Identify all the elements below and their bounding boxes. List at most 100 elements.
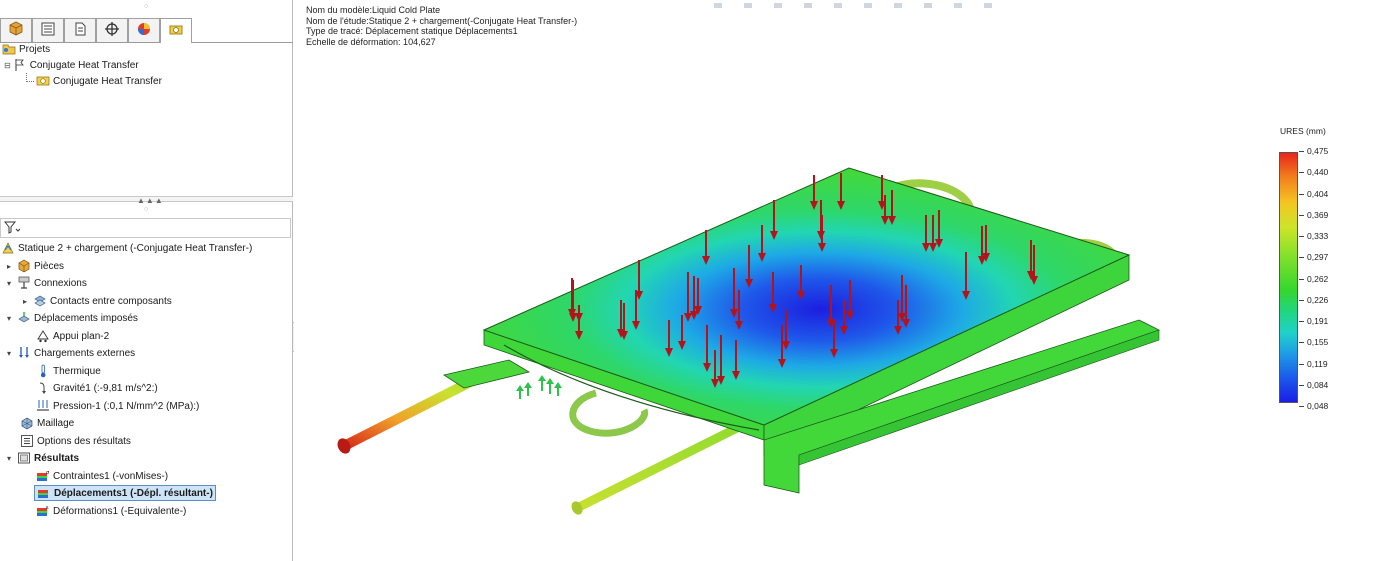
results-folder-icon (17, 451, 31, 465)
fixtures-icon (17, 311, 31, 325)
legend-tick (1299, 321, 1304, 322)
legend-color-bar (1279, 152, 1298, 403)
legend-tick (1299, 406, 1304, 407)
splitter-grip[interactable]: ▲▲▲ (137, 196, 164, 205)
flag-icon (13, 58, 27, 72)
feature-manager-panel: ○ Projets ⊟ Conjugate Heat Transfer Conj… (0, 0, 293, 561)
legend-tick (1299, 214, 1304, 216)
tree-item-connexions-label: Connexions (34, 277, 87, 289)
tree-projets[interactable]: Projets (2, 41, 50, 57)
static-study-icon (1, 241, 15, 255)
pane-grip-bottom[interactable]: ○ (144, 206, 148, 213)
part-cube-icon (8, 21, 24, 40)
configuration-icon (72, 21, 88, 40)
legend-tick (1299, 363, 1304, 365)
tree-study[interactable]: Conjugate Heat Transfer (26, 72, 162, 89)
appearance-ball-icon (136, 21, 152, 40)
tree-item-resultats[interactable]: ▾ Résultats (4, 450, 79, 466)
tab-feature-manager[interactable] (0, 18, 32, 42)
tree-study-root[interactable]: Statique 2 + chargement (-Conjugate Heat… (1, 240, 252, 256)
thermometer-icon (36, 364, 50, 378)
property-list-icon (40, 21, 56, 40)
tree-item-maillage-label: Maillage (37, 417, 75, 429)
legend-tick (1299, 384, 1304, 386)
tree-item-thermique[interactable]: Thermique (36, 363, 101, 379)
tree-item-pieces-label: Pièces (34, 260, 65, 272)
expand-arrow-icon[interactable]: ▸ (4, 262, 14, 271)
tree-item-deplacements[interactable]: Déplacements1 (-Dépl. résultant-) (34, 485, 216, 501)
tree-study-group[interactable]: ⊟ Conjugate Heat Transfer (4, 57, 139, 73)
component-contacts-icon (33, 294, 47, 308)
gravity-icon (36, 381, 50, 395)
legend-value-label: 0,440 (1307, 167, 1329, 178)
legend-value-label: 0,226 (1307, 294, 1329, 305)
selected-result-highlight[interactable]: Déplacements1 (-Dépl. résultant-) (34, 485, 216, 501)
tab-display-manager[interactable] (128, 18, 160, 42)
tree-item-deplacements-imposes[interactable]: ▾ Déplacements imposés (4, 310, 138, 326)
legend-value-label: 0,084 (1307, 379, 1329, 390)
tree-item-pression[interactable]: Pression-1 (:0,1 N/mm^2 (MPa):) (36, 398, 199, 414)
tab-property-manager[interactable] (32, 18, 64, 42)
legend-tick (1299, 299, 1304, 301)
crosshair-icon (104, 21, 120, 40)
legend-value-label: 0,191 (1307, 316, 1329, 326)
tree-item-chargements-externes[interactable]: ▾ Chargements externes (4, 345, 135, 361)
tree-study-label: Conjugate Heat Transfer (53, 75, 162, 87)
tree-study-root-label: Statique 2 + chargement (-Conjugate Heat… (18, 242, 253, 254)
pane-grip-top[interactable]: ○ (144, 3, 148, 10)
tree-item-gravite[interactable]: Gravité1 (:-9,81 m/s^2:) (36, 380, 158, 396)
pane-splitter[interactable]: ▲▲▲ (0, 196, 293, 205)
graphics-viewport[interactable]: Nom du modèle:Liquid Cold Plate Nom de l… (294, 0, 1383, 561)
tree-item-thermique-label: Thermique (53, 365, 101, 377)
collapse-arrow-icon[interactable]: ▾ (4, 279, 14, 288)
legend-value-label: 0,404 (1307, 188, 1329, 199)
tree-filter-box[interactable] (0, 218, 291, 238)
tree-item-options-resultats[interactable]: Options des résultats (20, 433, 131, 449)
collapse-minus-icon[interactable]: ⊟ (4, 61, 11, 70)
legend-value-label: 0,333 (1307, 231, 1329, 241)
tree-item-maillage[interactable]: Maillage (20, 415, 74, 431)
legend-value-label: 0,048 (1307, 401, 1329, 411)
tree-item-contacts[interactable]: ▸ Contacts entre composants (20, 293, 172, 309)
tree-item-resultats-label: Résultats (34, 452, 80, 464)
legend-value-label: 0,262 (1307, 273, 1329, 284)
legend-tick (1299, 278, 1304, 280)
tree-item-connexions[interactable]: ▾ Connexions (4, 275, 87, 291)
tree-item-options-resultats-label: Options des résultats (37, 435, 131, 447)
fixture-arrows (516, 375, 562, 399)
legend-value-label: 0,297 (1307, 252, 1329, 263)
svg-text:σ: σ (46, 470, 50, 476)
filter-funnel-icon[interactable] (3, 221, 21, 238)
tab-dimxpert-manager[interactable] (96, 18, 128, 42)
expand-arrow-icon[interactable]: ▸ (20, 297, 30, 306)
tree-item-pieces[interactable]: ▸ Pièces (4, 258, 64, 274)
tree-connector (26, 72, 34, 82)
tree-item-appui-plan[interactable]: Appui plan-2 (36, 328, 109, 344)
tree-item-contraintes[interactable]: σ Contraintes1 (-vonMises-) (36, 468, 168, 484)
tree-study-group-label: Conjugate Heat Transfer (29, 59, 139, 71)
stress-plot-icon: σ (36, 469, 50, 483)
collapse-arrow-icon[interactable]: ▾ (4, 454, 14, 463)
tree-item-gravite-label: Gravité1 (:-9,81 m/s^2:) (53, 382, 158, 394)
collapse-arrow-icon[interactable]: ▾ (4, 314, 14, 323)
tab-simulation-study[interactable] (160, 18, 192, 43)
cold-plate-model[interactable] (294, 0, 1383, 561)
tree-item-deformations-label: Déformations1 (-Equivalente-) (53, 505, 187, 517)
strain-plot-icon: ε (36, 504, 50, 518)
pressure-icon (36, 399, 50, 413)
displacement-plot-icon (37, 486, 51, 500)
simulation-study-icon (168, 22, 184, 41)
study-gear-icon (36, 74, 50, 88)
legend-tick (1299, 342, 1304, 344)
manager-tab-bar (0, 18, 293, 43)
tree-item-chargements-externes-label: Chargements externes (34, 347, 136, 359)
mesh-icon (20, 416, 34, 430)
legend-value-label: 0,369 (1307, 209, 1329, 220)
plate-top-surface[interactable] (482, 167, 1131, 426)
legend-value-label: 0,119 (1307, 358, 1328, 369)
collapse-arrow-icon[interactable]: ▾ (4, 349, 14, 358)
tab-configuration-manager[interactable] (64, 18, 96, 42)
legend-value-label: 0,475 (1307, 146, 1329, 156)
legend-tick (1299, 236, 1304, 237)
tree-item-deformations[interactable]: ε Déformations1 (-Equivalente-) (36, 503, 186, 519)
